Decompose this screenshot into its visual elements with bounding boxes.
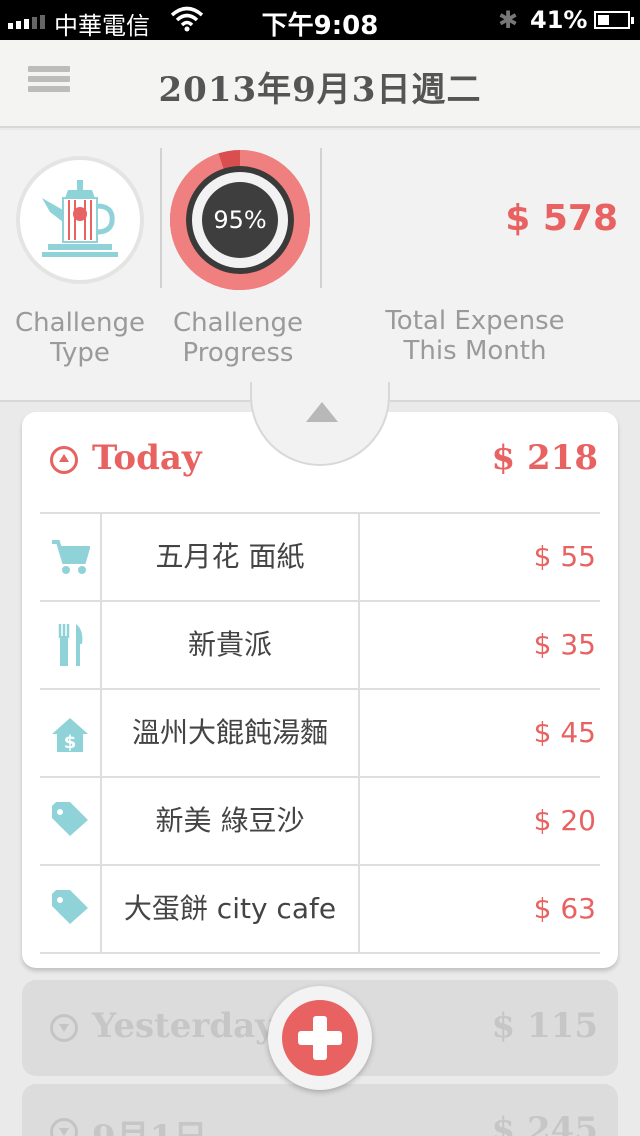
teapot-icon	[42, 180, 118, 257]
item-amount: $ 45	[533, 716, 596, 749]
day-label: Yesterday	[92, 1006, 275, 1046]
progress-value: 95%	[213, 206, 267, 234]
triangle-up-icon	[306, 402, 338, 422]
day-total: $ 115	[491, 1006, 598, 1046]
item-amount: $ 20	[533, 804, 596, 837]
collapse-icon[interactable]	[50, 446, 78, 474]
today-card: Today $ 218 五月花 面紙 $ 55 新貴派 $ 35 $ 溫州大餛飩…	[22, 412, 618, 968]
list-item[interactable]: 新美 綠豆沙 $ 20	[40, 778, 600, 866]
day-total: $ 245	[491, 1110, 598, 1136]
add-expense-button[interactable]	[268, 986, 372, 1090]
list-item[interactable]: 大蛋餅 city cafe $ 63	[40, 866, 600, 954]
app-header: 2013年9月3日週二	[0, 40, 640, 128]
total-expense-label: Total Expense This Month	[385, 306, 565, 366]
plus-icon	[282, 1000, 358, 1076]
house-dollar-icon: $	[52, 718, 88, 753]
item-amount: $ 63	[533, 892, 596, 925]
fork-knife-icon	[58, 624, 83, 666]
item-name: 溫州大餛飩湯麵	[102, 690, 360, 776]
tag-icon	[52, 802, 88, 836]
bluetooth-icon: ✱	[498, 6, 519, 34]
challenge-progress-label: Challenge Progress	[173, 308, 303, 368]
item-name: 五月花 面紙	[102, 514, 360, 600]
day-card-sep1[interactable]: 9月1日 $ 245	[22, 1084, 618, 1136]
item-name: 新貴派	[102, 602, 360, 688]
item-amount: $ 55	[533, 540, 596, 573]
challenge-type-label: Challenge Type	[15, 308, 145, 368]
page-title: 2013年9月3日週二	[158, 70, 482, 110]
today-label[interactable]: Today	[92, 438, 202, 478]
status-bar: 中華電信 下午9:08 ✱ 41%	[0, 0, 640, 41]
expand-icon	[50, 1014, 78, 1042]
item-name: 新美 綠豆沙	[102, 778, 360, 864]
expense-list: 五月花 面紙 $ 55 新貴派 $ 35 $ 溫州大餛飩湯麵 $ 45 新美 綠…	[40, 512, 600, 954]
divider	[160, 148, 162, 288]
cart-icon	[52, 540, 90, 574]
battery-percent: 41%	[530, 6, 588, 34]
challenge-type-button[interactable]	[16, 156, 144, 284]
item-amount: $ 35	[533, 628, 596, 661]
challenge-progress-ring[interactable]: 95%	[168, 148, 312, 292]
day-label: 9月1日	[92, 1110, 207, 1136]
tag-icon	[52, 890, 88, 924]
svg-text:$: $	[64, 732, 77, 753]
list-item[interactable]: 新貴派 $ 35	[40, 602, 600, 690]
list-item[interactable]: $ 溫州大餛飩湯麵 $ 45	[40, 690, 600, 778]
total-expense-value: $ 578	[505, 198, 618, 239]
expand-icon	[50, 1118, 78, 1136]
divider	[320, 148, 322, 288]
battery-icon	[594, 11, 634, 29]
summary-panel: 95% $ 578 Challenge Type Challenge Progres…	[0, 130, 640, 402]
item-name: 大蛋餅 city cafe	[102, 866, 360, 952]
today-total: $ 218	[491, 438, 598, 478]
list-item[interactable]: 五月花 面紙 $ 55	[40, 514, 600, 602]
